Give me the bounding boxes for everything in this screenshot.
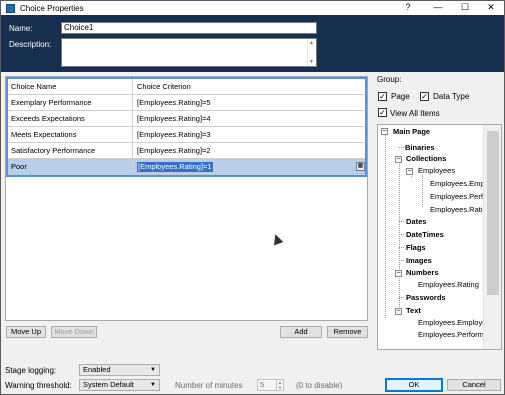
choice-name-cell[interactable]: Exceeds Expectations [11,111,133,127]
page-checkbox-label: Page [391,92,410,101]
table-row[interactable]: Meets Expectations [Employees.Rating]=3 [8,127,365,143]
name-label: Name: [9,24,33,33]
stage-logging-value: Enabled [83,365,111,374]
collapse-main-page-icon[interactable]: − [381,128,388,135]
choice-criterion-editor[interactable]: [Employees.Rating]=1 [137,162,213,172]
view-all-items-checkbox[interactable]: ✓ [378,108,387,117]
description-input[interactable]: ▲ ▼ [61,38,317,67]
add-button[interactable]: Add [280,326,322,338]
tree-item-employee-field[interactable]: Employees.Perfo [430,192,487,201]
choice-name-cell[interactable]: Satisfactory Performance [11,143,133,159]
stage-logging-select[interactable]: Enabled ▼ [79,364,160,376]
tree-line [399,247,404,248]
column-header-choice-name[interactable]: Choice Name [11,79,133,95]
warning-threshold-value: System Default [83,380,134,389]
choice-criterion-cell-wrapper: [Employees.Rating]=1 [137,159,337,175]
ok-button[interactable]: OK [385,378,443,392]
data-items-tree: − Main Page Binaries − Collections − Emp… [377,124,502,350]
tree-item-text-field[interactable]: Employees.Employe [418,318,486,327]
table-row-selected[interactable]: Poor [Employees.Rating]=1 ▦ [8,159,365,175]
move-down-button[interactable]: Move Down [51,326,97,338]
table-row[interactable]: Exceeds Expectations [Employees.Rating]=… [8,111,365,127]
tree-item-text[interactable]: Text [406,306,421,315]
table-row[interactable]: Exemplary Performance [Employees.Rating]… [8,95,365,111]
tree-line [422,175,423,207]
choice-name-cell[interactable]: Exemplary Performance [11,95,133,111]
group-label: Group: [377,75,402,84]
page-checkbox[interactable]: ✓ [378,92,387,101]
tree-item-employee-field[interactable]: Employees.Ratin [430,205,487,214]
collapse-numbers-icon[interactable]: − [395,270,402,277]
tree-item-main-page[interactable]: Main Page [393,127,430,136]
tree-line [399,260,404,261]
warning-threshold-label: Warning threshold: [5,381,72,390]
tree-line [399,221,404,222]
tree-item-collections[interactable]: Collections [406,154,446,163]
choice-name-cell[interactable]: Meets Expectations [11,127,133,143]
tree-item-dates[interactable]: Dates [406,217,426,226]
tree-line [399,147,404,148]
description-label: Description: [9,40,52,49]
expression-editor-icon[interactable]: ▦ [356,162,365,171]
tree-line [399,297,404,298]
scroll-up-icon[interactable]: ▲ [309,40,314,46]
choice-name-cell[interactable]: Poor [11,159,133,175]
choice-criterion-cell[interactable]: [Employees.Rating]=3 [137,127,337,143]
cancel-button[interactable]: Cancel [447,379,501,391]
tree-line [399,234,404,235]
number-of-minutes-label: Number of minutes [175,381,243,390]
window-title: Choice Properties [20,3,84,13]
disable-hint: (0 to disable) [296,381,343,390]
minimize-button[interactable]: — [427,1,449,15]
mouse-cursor-icon [270,232,284,246]
number-of-minutes-value: 5 [260,380,265,389]
choices-table: Choice Name Choice Criterion Exemplary P… [6,77,367,177]
data-type-checkbox-label: Data Type [433,92,470,101]
description-scrollbar[interactable]: ▲ ▼ [307,39,316,66]
tree-item-datetimes[interactable]: DateTimes [406,230,444,239]
choice-criterion-cell[interactable]: [Employees.Rating]=2 [137,143,337,159]
chevron-down-icon: ▼ [150,367,156,373]
tree-item-employees[interactable]: Employees [418,166,455,175]
app-icon [6,3,15,13]
choices-grid: Choice Name Choice Criterion Exemplary P… [5,76,368,321]
column-header-choice-criterion[interactable]: Choice Criterion [137,79,337,95]
tree-item-numbers[interactable]: Numbers [406,268,439,277]
close-button[interactable]: ✕ [480,1,502,15]
tree-item-numbers-field[interactable]: Employees.Rating [418,280,479,289]
help-button[interactable]: ? [397,1,419,15]
remove-button[interactable]: Remove [327,326,368,338]
grid-header-row: Choice Name Choice Criterion [8,79,365,95]
move-up-button[interactable]: Move Up [6,326,46,338]
tree-line [399,161,400,311]
number-of-minutes-input[interactable]: 5 ▲ ▼ [257,379,284,391]
choice-criterion-cell[interactable]: [Employees.Rating]=4 [137,111,337,127]
number-spinner[interactable]: ▲ ▼ [276,380,283,390]
view-all-items-label: View All Items [390,109,440,118]
tree-scrollbar-thumb[interactable] [487,131,499,295]
choice-properties-window: Choice Properties ? — ☐ ✕ Name: Choice1 … [0,0,505,395]
tree-item-binaries[interactable]: Binaries [405,143,435,152]
tree-item-flags[interactable]: Flags [406,243,426,252]
warning-threshold-select[interactable]: System Default ▼ [79,379,160,391]
stage-logging-label: Stage logging: [5,366,57,375]
tree-line [385,135,386,318]
tree-item-employee-field[interactable]: Employees.Empl [430,179,486,188]
data-type-checkbox[interactable]: ✓ [420,92,429,101]
name-input[interactable]: Choice1 [61,22,317,34]
collapse-collections-icon[interactable]: − [395,156,402,163]
tree-item-images[interactable]: Images [406,256,432,265]
table-row[interactable]: Satisfactory Performance [Employees.Rati… [8,143,365,159]
tree-scrollbar[interactable] [483,125,501,349]
maximize-button[interactable]: ☐ [454,1,476,15]
collapse-text-icon[interactable]: − [395,308,402,315]
title-bar: Choice Properties ? — ☐ ✕ [1,1,504,15]
collapse-employees-icon[interactable]: − [406,168,413,175]
scroll-down-icon[interactable]: ▼ [309,59,314,65]
choice-criterion-cell[interactable]: [Employees.Rating]=5 [137,95,337,111]
chevron-down-icon: ▼ [150,382,156,388]
tree-item-text-field[interactable]: Employees.Performa [418,330,488,339]
tree-item-passwords[interactable]: Passwords [406,293,446,302]
properties-header: Name: Choice1 Description: ▲ ▼ [1,15,504,72]
